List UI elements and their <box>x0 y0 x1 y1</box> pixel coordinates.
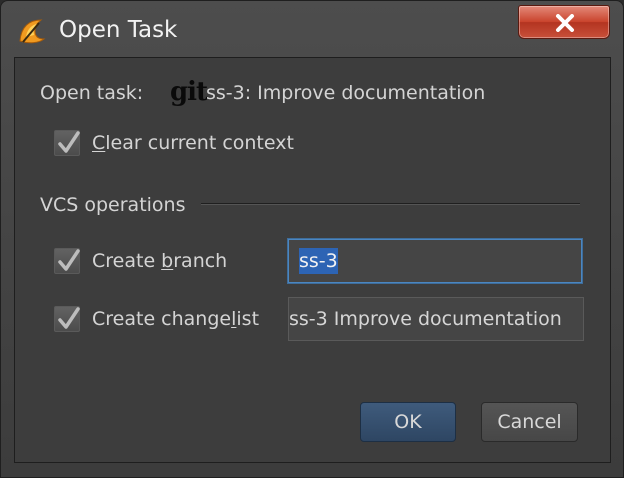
close-icon <box>556 14 574 32</box>
changelist-name-input[interactable]: ss-3 Improve documentation <box>288 297 584 341</box>
checkmark-icon <box>58 307 80 329</box>
open-task-dialog: Open Task Open task: git ss-3: Improve d… <box>0 0 624 478</box>
task-name: ss-3: Improve documentation <box>206 82 486 104</box>
intellij-idea-icon <box>17 17 47 45</box>
checkmark-icon <box>58 249 80 271</box>
open-task-label: Open task: <box>40 82 144 104</box>
branch-name-value: ss-3 <box>299 248 338 274</box>
branch-name-input[interactable]: ss-3 <box>288 239 582 283</box>
vcs-operations-title: VCS operations <box>40 194 186 216</box>
clear-context-label[interactable]: Clear current context <box>92 131 294 155</box>
changelist-name-value: ss-3 Improve documentation <box>289 308 562 330</box>
create-changelist-checkbox[interactable] <box>54 306 80 332</box>
checkmark-icon <box>58 131 80 153</box>
create-branch-checkbox[interactable] <box>54 248 80 274</box>
cancel-button[interactable]: Cancel <box>481 402 578 442</box>
close-button[interactable] <box>518 5 610 39</box>
ok-button[interactable]: OK <box>360 402 456 442</box>
create-changelist-label[interactable]: Create changelist <box>92 307 259 331</box>
section-divider <box>201 203 580 205</box>
clear-context-checkbox[interactable] <box>54 130 80 156</box>
title-bar[interactable]: Open Task <box>1 1 623 57</box>
window-title: Open Task <box>59 17 178 43</box>
create-branch-label[interactable]: Create branch <box>92 249 227 273</box>
git-logo: git <box>170 77 208 107</box>
